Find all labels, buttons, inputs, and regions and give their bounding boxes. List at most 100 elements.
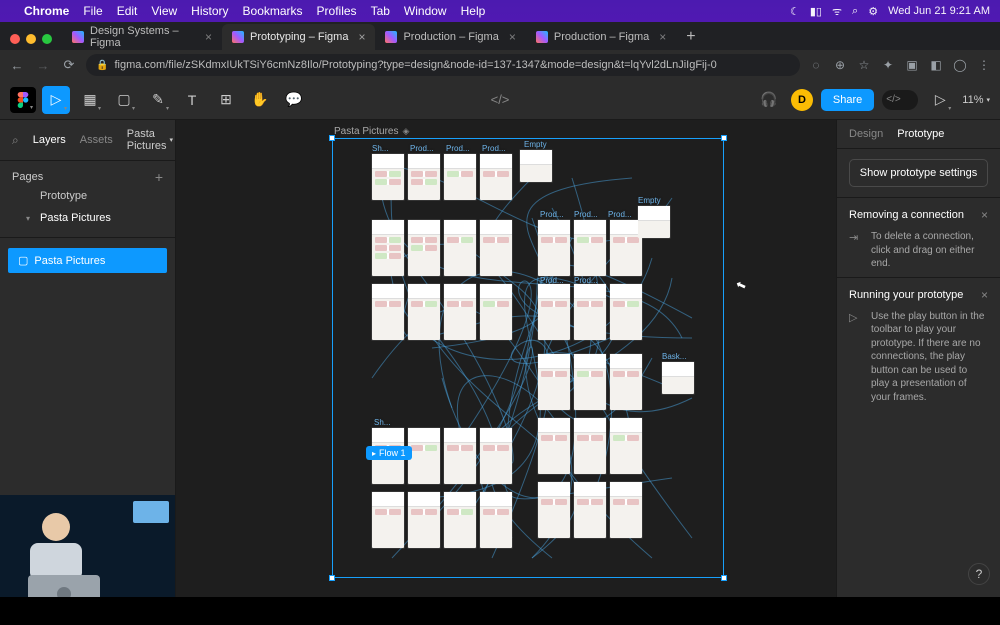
close-tip-icon[interactable]: × (981, 208, 988, 222)
flow-start-badge[interactable]: Flow 1 (366, 446, 412, 460)
close-tab-icon[interactable]: × (205, 30, 212, 44)
canvas-frame[interactable] (408, 284, 440, 340)
frame-name[interactable]: Prod... (446, 144, 470, 153)
shape-tool[interactable]: ▢ (110, 86, 138, 114)
menubar-item[interactable]: Help (461, 4, 486, 18)
pen-tool[interactable]: ✎ (144, 86, 172, 114)
canvas-frame[interactable] (480, 428, 512, 484)
ext-icon[interactable]: ◌ (808, 57, 824, 73)
close-tab-icon[interactable]: × (358, 30, 365, 44)
menubar-item[interactable]: Edit (117, 4, 138, 18)
frame-name[interactable]: Empty (524, 140, 547, 149)
reload-button[interactable]: ⟳ (60, 56, 78, 74)
prototype-tab[interactable]: Prototype (897, 128, 944, 140)
canvas-frame[interactable] (520, 150, 552, 182)
close-tab-icon[interactable]: × (509, 30, 516, 44)
page-item[interactable]: Prototype (12, 185, 163, 207)
frame-label[interactable]: Pasta Pictures ◈ (334, 126, 409, 137)
canvas[interactable]: Pasta Pictures ◈ (176, 120, 836, 625)
ext-icon[interactable]: ◧ (928, 57, 944, 73)
canvas-frame[interactable] (538, 482, 570, 538)
frame-name[interactable]: Empty (638, 196, 661, 205)
canvas-frame[interactable] (408, 220, 440, 276)
back-button[interactable]: ← (8, 56, 26, 74)
canvas-frame[interactable] (538, 220, 570, 276)
window-controls[interactable] (10, 34, 52, 44)
comment-tool[interactable]: 💬 (280, 86, 308, 114)
selection-handle[interactable] (329, 575, 335, 581)
chrome-menu-icon[interactable]: ⋮ (976, 57, 992, 73)
battery-icon[interactable]: ▮▯ (810, 5, 822, 18)
canvas-frame[interactable] (574, 418, 606, 474)
menubar-item[interactable]: Window (404, 4, 447, 18)
menubar-app[interactable]: Chrome (24, 4, 69, 18)
present-button[interactable]: ▷ (926, 86, 954, 114)
extensions-puzzle-icon[interactable]: ✦ (880, 57, 896, 73)
page-item[interactable]: ▾Pasta Pictures (12, 207, 163, 229)
frame-name[interactable]: Prod... (608, 210, 632, 219)
canvas-frame[interactable] (480, 492, 512, 548)
canvas-frame[interactable] (444, 284, 476, 340)
selection-handle[interactable] (721, 575, 727, 581)
canvas-frame[interactable] (372, 220, 404, 276)
close-tip-icon[interactable]: × (981, 288, 988, 302)
canvas-frame[interactable] (610, 284, 642, 340)
browser-tab[interactable]: Production – Figma× (526, 24, 676, 50)
canvas-frame[interactable] (444, 220, 476, 276)
canvas-frame[interactable] (610, 418, 642, 474)
canvas-frame[interactable] (480, 154, 512, 200)
canvas-frame[interactable] (574, 482, 606, 538)
dev-mode-toggle[interactable]: </> (882, 90, 918, 110)
menubar-item[interactable]: Bookmarks (243, 4, 303, 18)
close-tab-icon[interactable]: × (659, 30, 666, 44)
canvas-frame[interactable] (538, 284, 570, 340)
user-avatar[interactable]: D (791, 89, 813, 111)
browser-tab[interactable]: Production – Figma× (375, 24, 525, 50)
move-tool[interactable]: ▷ (42, 86, 70, 114)
frame-name[interactable]: Prod... (410, 144, 434, 153)
moon-icon[interactable]: ☾ (790, 5, 800, 18)
frame-name[interactable]: Prod... (482, 144, 506, 153)
profile-avatar-icon[interactable]: ◯ (952, 57, 968, 73)
frame-name[interactable]: Sh... (374, 418, 390, 427)
frame-name[interactable]: Prod... (540, 210, 564, 219)
layers-tab[interactable]: Layers (33, 134, 66, 146)
canvas-frame[interactable] (372, 492, 404, 548)
ext-icon[interactable]: ⊕ (832, 57, 848, 73)
control-center-icon[interactable]: ⚙ (868, 5, 878, 18)
hand-tool[interactable]: ✋ (246, 86, 274, 114)
search-icon[interactable]: ⌕ (12, 133, 19, 148)
menubar-item[interactable]: View (151, 4, 177, 18)
text-tool[interactable]: T (178, 86, 206, 114)
spotlight-icon[interactable]: ⌕ (852, 5, 858, 18)
canvas-frame[interactable] (638, 206, 670, 238)
canvas-frame[interactable] (408, 154, 440, 200)
canvas-frame[interactable] (574, 354, 606, 410)
share-button[interactable]: Share (821, 89, 874, 111)
forward-button[interactable]: → (34, 56, 52, 74)
menubar-item[interactable]: History (191, 4, 228, 18)
ext-icon[interactable]: ▣ (904, 57, 920, 73)
assets-tab[interactable]: Assets (80, 134, 113, 146)
selection-handle[interactable] (329, 135, 335, 141)
new-tab-button[interactable]: + (676, 28, 705, 50)
canvas-frame[interactable] (610, 354, 642, 410)
design-tab[interactable]: Design (849, 128, 883, 140)
frame-name[interactable]: Prod... (574, 210, 598, 219)
canvas-frame[interactable] (574, 284, 606, 340)
document-title-icon[interactable]: </> (491, 92, 510, 107)
canvas-frame[interactable] (444, 428, 476, 484)
figma-menu-button[interactable] (10, 87, 36, 113)
browser-tab[interactable]: Prototyping – Figma× (222, 24, 375, 50)
resources-tool[interactable]: ⊞ (212, 86, 240, 114)
menubar-item[interactable]: Profiles (317, 4, 357, 18)
canvas-frame[interactable] (480, 284, 512, 340)
headphone-icon[interactable]: 🎧 (755, 86, 783, 114)
frame-tool[interactable]: ▦ (76, 86, 104, 114)
frame-name[interactable]: Bask... (662, 352, 686, 361)
canvas-frame[interactable] (610, 482, 642, 538)
canvas-frame[interactable] (538, 354, 570, 410)
layer-item-selected[interactable]: ▢Pasta Pictures (8, 248, 167, 273)
canvas-frame[interactable] (444, 492, 476, 548)
browser-tab[interactable]: Design Systems – Figma× (62, 24, 222, 50)
